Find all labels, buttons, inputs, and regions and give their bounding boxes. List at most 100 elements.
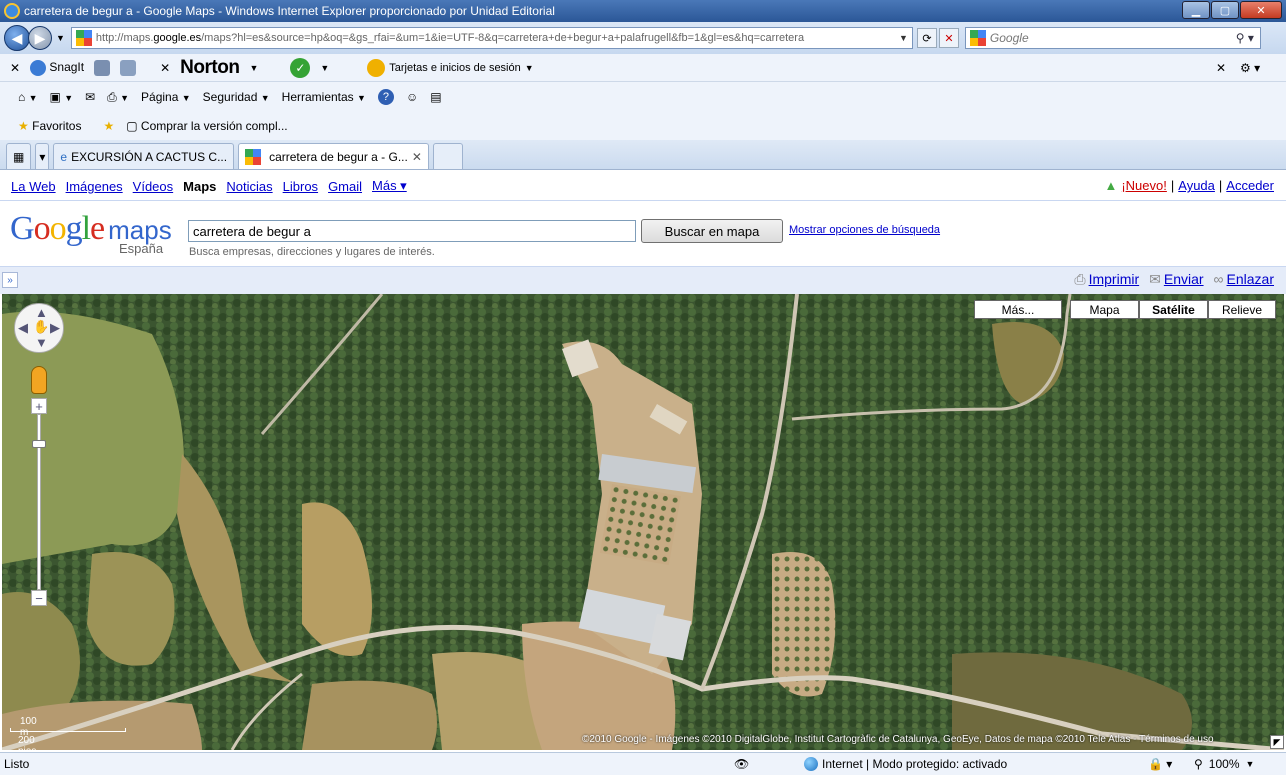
close-norton-icon[interactable]: ✕ (160, 61, 170, 75)
map-type-satelite[interactable]: Satélite (1139, 300, 1208, 319)
norton-check-icon[interactable]: ✓ (290, 57, 311, 78)
acceder-link[interactable]: Acceder (1226, 178, 1274, 193)
forward-button[interactable]: ▶ (28, 26, 52, 50)
collapse-panel-button[interactable]: » (2, 272, 18, 288)
pan-right-icon[interactable]: ▶ (50, 320, 60, 336)
web-search-input[interactable]: Google ⚲ ▾ (964, 27, 1261, 49)
orchard-plot (599, 483, 681, 566)
nav-more[interactable]: Más ▾ (372, 178, 407, 194)
refresh-button[interactable]: ⟳ (916, 28, 937, 48)
send-link[interactable]: ✉ Enviar (1149, 271, 1203, 288)
home-icon[interactable]: ⌂ ▼ (18, 90, 38, 104)
nav-web[interactable]: La Web (11, 179, 56, 194)
lock-icon (367, 58, 386, 77)
nav-books[interactable]: Libros (283, 179, 318, 194)
feeds-icon[interactable]: ▣ ▼ (50, 90, 74, 104)
tab-list-dropdown[interactable]: ▾ (35, 143, 50, 169)
favorites-bar: ★ Favoritos ★ ▢ Comprar la versión compl… (0, 112, 1286, 140)
hand-icon[interactable]: ✋ (33, 319, 49, 335)
tab-excursion[interactable]: e EXCURSIÓN A CACTUS C... (53, 143, 235, 169)
seguridad-menu[interactable]: Seguridad ▼ (203, 90, 270, 104)
mail-icon[interactable]: ✉ (85, 90, 95, 104)
pan-control[interactable]: ▲ ◀ ✋ ▶ ▼ (14, 303, 64, 353)
google-user-links: ▲ ¡Nuevo! | Ayuda | Acceder (1104, 178, 1274, 193)
maximize-button[interactable]: ▢ (1211, 1, 1239, 19)
zoom-out-button[interactable]: − (31, 590, 47, 606)
ie-tab-icon: e (60, 149, 68, 164)
research-icon[interactable]: ▤ (430, 90, 441, 104)
close-toolbar-icon[interactable]: ✕ (10, 61, 20, 75)
zoom-in-button[interactable]: + (31, 398, 47, 414)
google-nav-bar: La Web Imágenes Vídeos Maps Noticias Lib… (0, 171, 1286, 201)
search-input[interactable]: carretera de begur a (188, 220, 636, 242)
nav-images[interactable]: Imágenes (66, 179, 123, 194)
privacy-icon[interactable]: 👁 (734, 757, 749, 771)
quick-tabs-button[interactable]: ▦ (6, 143, 32, 169)
minimize-button[interactable]: ▁ (1182, 1, 1210, 19)
street-view-pegman-icon[interactable] (31, 366, 47, 394)
pan-left-icon[interactable]: ◀ (18, 320, 28, 336)
map-type-relieve[interactable]: Relieve (1208, 300, 1276, 319)
print-icon[interactable]: ⎙ ▼ (107, 90, 129, 105)
tab-google-maps[interactable]: carretera de begur a - G... ✕ (238, 143, 429, 169)
norton-check-dropdown-icon[interactable]: ▼ (320, 63, 329, 73)
map-action-links: ⎙ Imprimir ✉ Enviar ∞ Enlazar (1074, 271, 1274, 288)
ayuda-link[interactable]: Ayuda (1178, 178, 1215, 193)
security-zone[interactable]: Internet | Modo protegido: activado (804, 757, 1007, 771)
satellite-map[interactable] (2, 294, 1284, 750)
overview-toggle-icon[interactable]: ◤ (1270, 735, 1284, 749)
close-tab-icon[interactable]: ✕ (412, 150, 422, 164)
printer-icon: ⎙ (1074, 271, 1086, 287)
snagit-capture-icon[interactable] (94, 59, 111, 76)
comprar-link[interactable]: ▢ Comprar la versión compl... (126, 119, 287, 133)
zoom-level[interactable]: ⚲ 100% ▼ (1194, 757, 1254, 771)
search-hint: Busca empresas, direcciones y lugares de… (189, 246, 435, 258)
new-tab-button[interactable] (432, 143, 463, 169)
link-link[interactable]: ∞ Enlazar (1214, 271, 1274, 288)
history-dropdown-icon[interactable]: ▼ (56, 33, 65, 43)
nav-news[interactable]: Noticias (226, 179, 272, 194)
search-map-button[interactable]: Buscar en mapa (641, 219, 783, 243)
pagina-menu[interactable]: Página ▼ (141, 90, 191, 104)
search-options-link[interactable]: Mostrar opciones de búsqueda (789, 224, 940, 236)
print-link[interactable]: ⎙ Imprimir (1074, 271, 1139, 288)
magnifier-icon: ⚲ (1194, 757, 1203, 771)
address-dropdown-icon[interactable]: ▼ (899, 33, 908, 43)
field (302, 680, 437, 750)
nav-gmail[interactable]: Gmail (328, 179, 362, 194)
add-favorite-icon[interactable]: ★ (103, 119, 114, 133)
zoom-value: 100% (1208, 757, 1240, 771)
nav-videos[interactable]: Vídeos (133, 179, 173, 194)
search-icon[interactable]: ⚲ ▾ (1236, 31, 1254, 45)
pagina-label: Página (141, 90, 179, 104)
pan-down-icon[interactable]: ▼ (35, 335, 48, 350)
zoom-slider-thumb[interactable] (32, 440, 46, 448)
snagit-button[interactable]: SnagIt (30, 59, 84, 76)
close-right-toolbar-icon[interactable]: ✕ (1216, 61, 1226, 75)
imprimir-label: Imprimir (1088, 271, 1140, 287)
snagit-edit-icon[interactable] (120, 59, 137, 76)
status-text: Listo (4, 757, 30, 771)
close-window-button[interactable]: ✕ (1240, 1, 1282, 19)
map-type-mapa[interactable]: Mapa (1070, 300, 1139, 319)
tab-label: carretera de begur a - G... (269, 149, 408, 164)
address-bar[interactable]: http://maps. google.es/maps?hl=es&source=… (70, 27, 913, 49)
nuevo-link[interactable]: ¡Nuevo! (1121, 178, 1167, 193)
messenger-icon[interactable]: ☺ (406, 90, 418, 104)
window-titlebar: carretera de begur a - Google Maps - Win… (0, 0, 1286, 22)
stop-button[interactable]: ✕ (938, 28, 959, 48)
toolbar-options-icon[interactable]: ⚙ ▾ (1240, 61, 1260, 75)
tarjetas-button[interactable]: Tarjetas e inicios de sesión ▼ (367, 58, 534, 77)
back-button[interactable]: ◀ (4, 25, 30, 51)
more-layers-button[interactable]: Más... (974, 300, 1062, 319)
separator: | (1218, 178, 1223, 193)
google-favicon-icon (245, 148, 262, 165)
herramientas-menu[interactable]: Herramientas ▼ (282, 90, 366, 104)
norton-logo[interactable]: Norton (180, 57, 240, 79)
pan-up-icon[interactable]: ▲ (35, 305, 48, 320)
envelope-icon: ✉ (1149, 271, 1161, 287)
protected-mode-icon[interactable]: 🔒 ▾ (1148, 757, 1172, 771)
help-icon[interactable]: ? (377, 89, 394, 105)
norton-dropdown-icon[interactable]: ▼ (249, 63, 258, 73)
favoritos-button[interactable]: ★ Favoritos (18, 119, 81, 133)
